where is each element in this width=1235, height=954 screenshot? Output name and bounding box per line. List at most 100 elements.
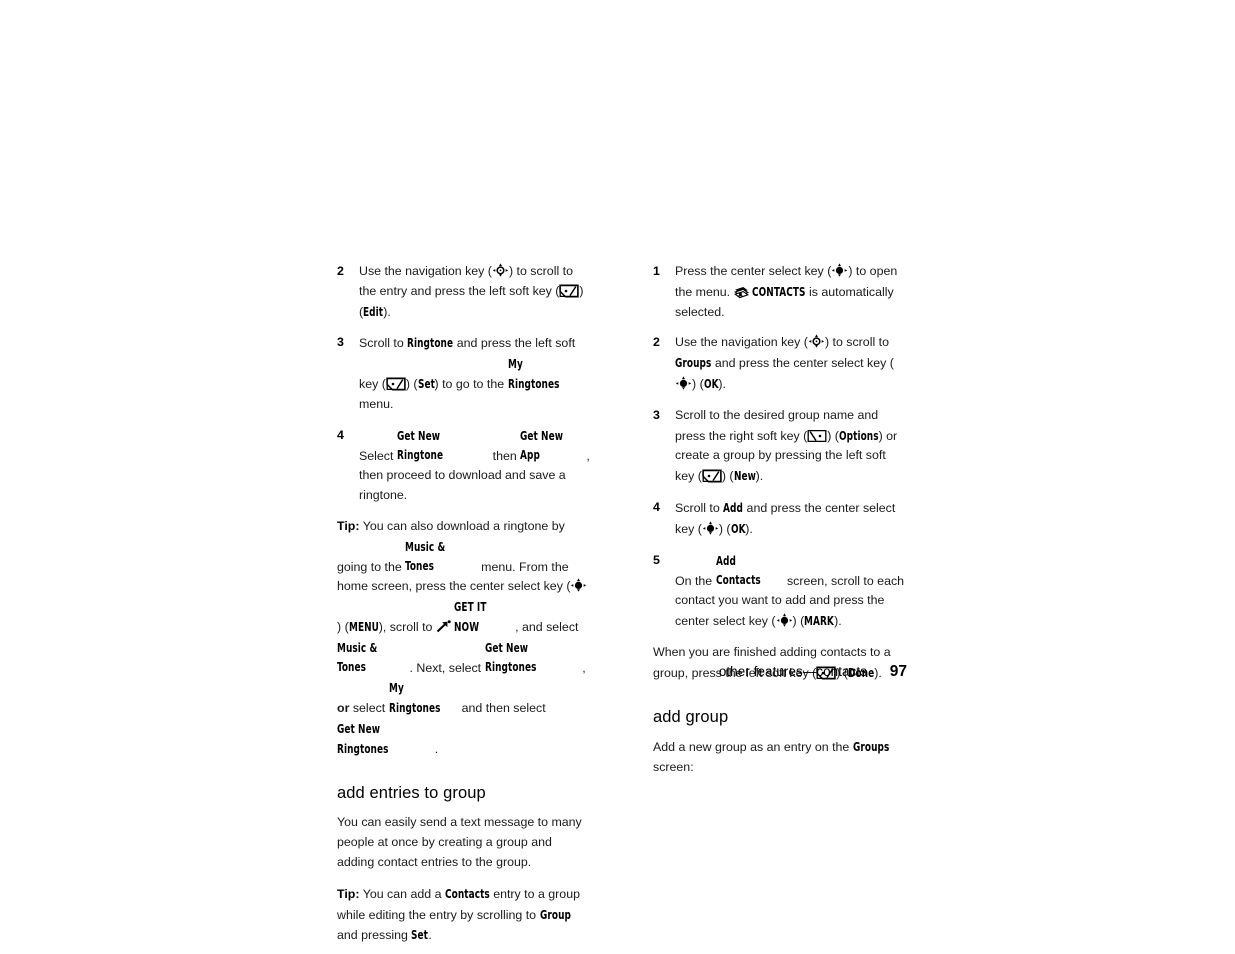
section-intro-paragraph: You can easily send a text message to ma… (337, 815, 582, 869)
step-text: On the Add Contacts screen, scroll to ea… (675, 551, 907, 632)
numbered-step: 2 Use the navigation key () to scroll to … (653, 333, 907, 394)
right-column: 1 Press the center select key () to open … (653, 262, 907, 778)
ui-term-text: GET IT NOW (454, 598, 487, 634)
tip-paragraph-2: Tip: You can add a Contacts entry to a g… (337, 884, 591, 946)
ui-term: Set (411, 925, 428, 946)
ui-term-text: My Ringtones (388, 680, 441, 715)
center-select-key-icon (675, 376, 692, 390)
ui-term: CONTACTS (752, 282, 806, 303)
step-number: 3 (337, 335, 344, 350)
center-select-key-icon (702, 521, 719, 535)
step-text: Use the navigation key () to scroll to G… (675, 333, 907, 394)
ui-term-text: Edit (363, 303, 384, 319)
tip-label: Tip: (337, 886, 360, 901)
center-select-key-icon (570, 578, 587, 592)
left-soft-key-icon (386, 377, 406, 391)
ui-term: Get New Ringtones (337, 719, 435, 760)
numbered-step: 5 On the Add Contacts screen, scroll to e… (653, 551, 907, 632)
step-paragraph: On the Add Contacts screen, scroll to ea… (675, 551, 907, 632)
step-paragraph: Select Get New Ringtone then Get New App… (359, 426, 590, 502)
tip-label: Tip: (337, 518, 360, 533)
ui-term: New (734, 466, 756, 487)
step-paragraph: Scroll to Ringtone and press the left so… (359, 333, 578, 411)
ui-term-text: My Ringtones (507, 356, 560, 391)
step-number: 1 (653, 264, 660, 278)
two-column-layout: 2 Use the navigation key () to scroll to … (337, 262, 907, 946)
contacts-icon (733, 285, 749, 299)
numbered-step: 4 Select Get New Ringtone then Get New Ap… (337, 426, 591, 506)
step-paragraph: Use the navigation key () to scroll to G… (675, 333, 907, 394)
step-number: 2 (337, 264, 344, 278)
ui-term: Edit (363, 302, 383, 323)
numbered-step: 4 Scroll to Add and press the center sele… (653, 498, 907, 540)
step-text: Press the center select key () to open t… (675, 262, 907, 322)
step-number: 3 (653, 407, 660, 422)
ui-term: Groups (853, 737, 889, 758)
navigation-key-icon (492, 263, 509, 277)
right-soft-key-icon (807, 429, 827, 443)
emphasis-text: or (337, 700, 350, 715)
ui-term-text: Music & Tones (405, 538, 446, 574)
step-paragraph: Use the navigation key () to scroll to t… (359, 262, 591, 322)
numbered-step: 3 Scroll to Ringtone and press the left s… (337, 333, 591, 414)
step-number: 4 (337, 427, 344, 442)
ui-term-text: Add (723, 499, 744, 515)
ui-term-text: Get New App (520, 427, 564, 463)
ui-term-text: Get New Ringtones (337, 720, 389, 756)
ui-term: Get New Ringtone (397, 426, 489, 467)
step-paragraph: Scroll to Add and press the center selec… (675, 498, 907, 540)
ui-term-text: New (733, 468, 756, 484)
center-select-key-icon (831, 263, 848, 277)
numbered-step: 1 Press the center select key () to open … (653, 262, 907, 322)
ui-term-text: MARK (804, 612, 835, 628)
section-intro-paragraph-2: Add a new group as an entry on the Group… (653, 737, 890, 775)
section-heading-add-group: add group (653, 708, 729, 727)
step-text: Scroll to Ringtone and press the left so… (359, 333, 591, 414)
step-paragraph: Press the center select key () to open t… (675, 263, 898, 319)
ui-term: Contacts (445, 884, 490, 905)
ui-term: OK (731, 519, 746, 540)
ui-term-text: CONTACTS (752, 283, 806, 299)
ui-term-text: OK (730, 520, 746, 536)
page-footer: other features—contacts 97 (337, 663, 907, 681)
ui-term: Add (723, 498, 743, 519)
ui-term-text: Add Contacts (715, 552, 761, 588)
ui-term: My Ringtones (389, 678, 459, 719)
step-number: 4 (653, 499, 660, 514)
ui-term: Ringtone (407, 333, 453, 354)
ui-term-text: OK (703, 375, 719, 391)
numbered-step: 3 Scroll to the desired group name and pr… (653, 406, 907, 487)
ui-term-text: Get New Ringtone (396, 427, 443, 463)
ui-term-text: Groups (852, 739, 890, 755)
ui-term-text: Contacts (444, 885, 490, 901)
footer-chapter-title: other features—contacts (718, 664, 867, 679)
left-soft-key-icon (559, 284, 580, 298)
step-text: Scroll to the desired group name and pre… (675, 406, 907, 487)
ui-term-text: Groups (675, 355, 712, 371)
section-heading-add-entries-to-group: add entries to group (337, 784, 486, 803)
ui-term-text: Group (539, 906, 571, 922)
get-it-now-icon (436, 619, 451, 633)
ui-term-text: Set (417, 375, 435, 391)
numbered-step: 2 Use the navigation key () to scroll to … (337, 262, 591, 322)
ui-term: Set (418, 374, 435, 395)
step-paragraph: Scroll to the desired group name and pre… (675, 406, 907, 487)
ui-term-text: Set (411, 927, 429, 943)
navigation-key-icon (808, 334, 825, 348)
step-text: Select Get New Ringtone then Get New App… (359, 426, 591, 506)
ui-term: MARK (804, 611, 834, 632)
ui-term-text: MENU (348, 618, 379, 634)
step-number: 5 (653, 552, 660, 567)
page-number: 97 (889, 663, 907, 680)
step-number: 2 (653, 335, 660, 350)
ui-term: Groups (675, 353, 711, 374)
ui-term: MENU (349, 617, 379, 638)
ui-term-text: Ringtone (407, 335, 454, 351)
manual-page-body: 2 Use the navigation key () to scroll to … (337, 262, 907, 946)
ui-term: Get New App (520, 426, 586, 467)
ui-term: Options (839, 426, 879, 447)
ui-term: My Ringtones (508, 354, 578, 395)
step-text: Use the navigation key () to scroll to t… (359, 262, 591, 322)
